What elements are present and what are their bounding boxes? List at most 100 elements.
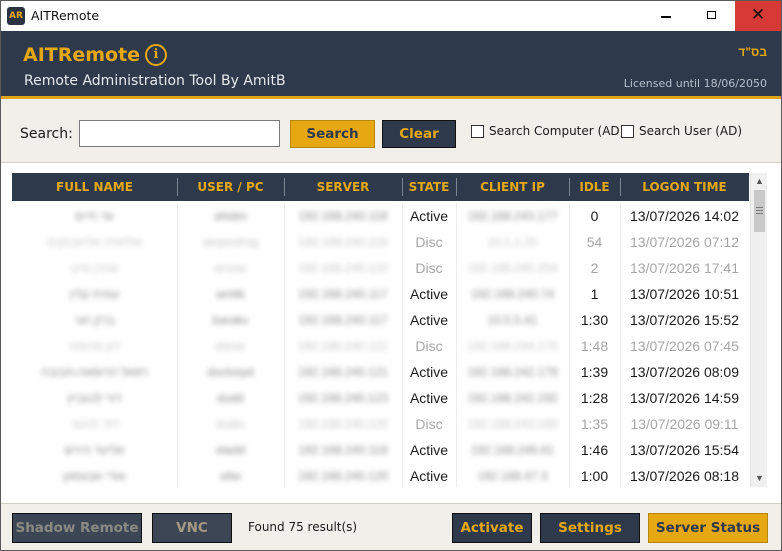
- vnc-button[interactable]: VNC: [152, 513, 232, 543]
- column-header[interactable]: USER / PC: [177, 173, 284, 201]
- scroll-grip: [756, 210, 763, 211]
- clear-button[interactable]: Clear: [382, 120, 456, 148]
- column-separator[interactable]: [402, 178, 403, 196]
- app-subtitle: Remote Administration Tool By AmitB: [24, 73, 286, 89]
- cell-state: Disc: [415, 234, 443, 250]
- column-separator[interactable]: [456, 178, 457, 196]
- cell-divider: [569, 333, 570, 359]
- column-separator[interactable]: [284, 178, 285, 196]
- cell-full-name: עמית קלין: [69, 287, 120, 301]
- cell-server: 192.168.240.119: [298, 443, 388, 457]
- maximize-button[interactable]: [689, 1, 735, 31]
- table-row[interactable]: אהרן מיט aroow 192.168.240.122 Disc 192.168.…: [12, 255, 749, 281]
- cell-divider: [177, 385, 178, 411]
- table-row[interactable]: דגן מרומה danar 192.168.240.121 Disc 192.168…: [12, 333, 749, 359]
- cell-idle: 1:00: [580, 468, 609, 484]
- table-row[interactable]: ברק חגי barakv 192.168.240.117 Active 10.5.5…: [12, 307, 749, 333]
- search-computer-label[interactable]: Search Computer (AD): [489, 124, 624, 138]
- cell-user-pc: amitk: [216, 287, 245, 301]
- search-computer-checkbox[interactable]: [471, 125, 484, 138]
- cell-client-ip: 192.168.240.74: [470, 287, 555, 301]
- cell-client-ip: 10.5.5.41: [487, 313, 538, 327]
- cell-divider: [456, 359, 457, 385]
- cell-divider: [620, 255, 621, 281]
- cell-divider: [620, 307, 621, 333]
- table-row[interactable]: אודי אבגמאן eliw 192.168.240.120 Active 192.…: [12, 463, 749, 487]
- column-header[interactable]: IDLE: [569, 173, 620, 201]
- cell-divider: [402, 333, 403, 359]
- column-header[interactable]: FULL NAME: [12, 173, 177, 201]
- table-row[interactable]: עמית קלין amitk 192.168.240.117 Active 192.1…: [12, 281, 749, 307]
- cell-user-pc: barakv: [212, 313, 249, 327]
- settings-button[interactable]: Settings: [540, 513, 640, 543]
- table-row[interactable]: אליעד הירש eladd 192.168.240.119 Active 192.…: [12, 437, 749, 463]
- cell-divider: [620, 333, 621, 359]
- close-icon: ✕: [750, 5, 766, 25]
- cell-divider: [456, 463, 457, 487]
- hebrew-mark: בס"ד: [738, 45, 767, 59]
- cell-client-ip: 192.168.244.170: [467, 339, 558, 353]
- cell-server: 192.168.240.121: [297, 339, 389, 353]
- cell-divider: [177, 281, 178, 307]
- table-row[interactable]: עד חיים ahidm 192.168.240.118 Active 192.168…: [12, 203, 749, 229]
- app-title: AITRemote: [23, 44, 141, 66]
- cell-state: Active: [409, 208, 449, 224]
- cell-divider: [569, 437, 570, 463]
- column-separator[interactable]: [620, 178, 621, 196]
- cell-user-pc: eliw: [220, 469, 241, 483]
- column-header[interactable]: STATE: [402, 173, 456, 201]
- search-button[interactable]: Search: [290, 120, 375, 148]
- cell-divider: [402, 229, 403, 255]
- results-panel: FULL NAME USER / PC SERVER STATE CLIENT IP ID…: [1, 162, 781, 504]
- close-button[interactable]: ✕: [735, 1, 781, 31]
- title-bar[interactable]: AR AITRemote ✕: [1, 1, 781, 31]
- cell-logon-time: 13/07/2026 08:09: [630, 364, 739, 380]
- cell-server: 192.168.240.123: [297, 391, 389, 405]
- column-separator[interactable]: [177, 178, 178, 196]
- cell-divider: [569, 281, 570, 307]
- column-header[interactable]: SERVER: [284, 173, 402, 201]
- scroll-grip: [756, 207, 763, 208]
- scroll-thumb[interactable]: [754, 190, 765, 232]
- table-row[interactable]: אלחורה אליעבנקים alejandrog 192.168.240.11…: [12, 229, 749, 255]
- search-user-label[interactable]: Search User (AD): [639, 124, 742, 138]
- cell-divider: [620, 281, 621, 307]
- cell-full-name: עד חיים: [75, 209, 114, 223]
- cell-full-name: דור לבגביץ: [67, 391, 122, 405]
- cell-divider: [177, 359, 178, 385]
- table-row[interactable]: דור לבגביץ dudd 192.168.240.123 Active 192.1…: [12, 385, 749, 411]
- chevron-down-icon[interactable]: ▼: [751, 470, 768, 487]
- grid-scrollbar[interactable]: ▲ ▼: [750, 173, 767, 487]
- cell-divider: [620, 463, 621, 487]
- minimize-button[interactable]: [643, 1, 689, 31]
- shadow-remote-button[interactable]: Shadow Remote: [12, 513, 142, 543]
- header-banner: AITRemote i Remote Administration Tool B…: [1, 31, 781, 99]
- cell-divider: [456, 411, 457, 437]
- search-input[interactable]: [79, 120, 280, 147]
- minimize-icon: [661, 16, 671, 18]
- cell-server: 192.168.240.122: [297, 261, 389, 275]
- cell-divider: [456, 307, 457, 333]
- column-header[interactable]: LOGON TIME: [620, 173, 749, 201]
- cell-user-pc: eladd: [215, 443, 246, 457]
- column-separator[interactable]: [569, 178, 570, 196]
- info-circle-icon[interactable]: i: [145, 44, 167, 66]
- column-header[interactable]: CLIENT IP: [456, 173, 569, 201]
- table-row[interactable]: רפאל הרופאה-חבובה doctorpd 192.168.240.121…: [12, 359, 749, 385]
- cell-divider: [456, 385, 457, 411]
- cell-logon-time: 13/07/2026 14:02: [630, 208, 739, 224]
- results-grid[interactable]: FULL NAME USER / PC SERVER STATE CLIENT IP ID…: [12, 173, 749, 487]
- cell-client-ip: 10.1.1.20: [487, 235, 538, 249]
- cell-divider: [620, 411, 621, 437]
- search-user-checkbox[interactable]: [621, 125, 634, 138]
- server-status-button[interactable]: Server Status: [648, 513, 768, 543]
- cell-divider: [620, 229, 621, 255]
- cell-divider: [456, 229, 457, 255]
- cell-divider: [569, 229, 570, 255]
- cell-divider: [284, 255, 285, 281]
- chevron-up-icon[interactable]: ▲: [751, 173, 768, 190]
- cell-divider: [569, 359, 570, 385]
- table-row[interactable]: דוד לוינגר dudis 192.168.240.120 Disc 192.16…: [12, 411, 749, 437]
- activate-button[interactable]: Activate: [452, 513, 532, 543]
- cell-full-name: דוד לוינגר: [70, 417, 119, 431]
